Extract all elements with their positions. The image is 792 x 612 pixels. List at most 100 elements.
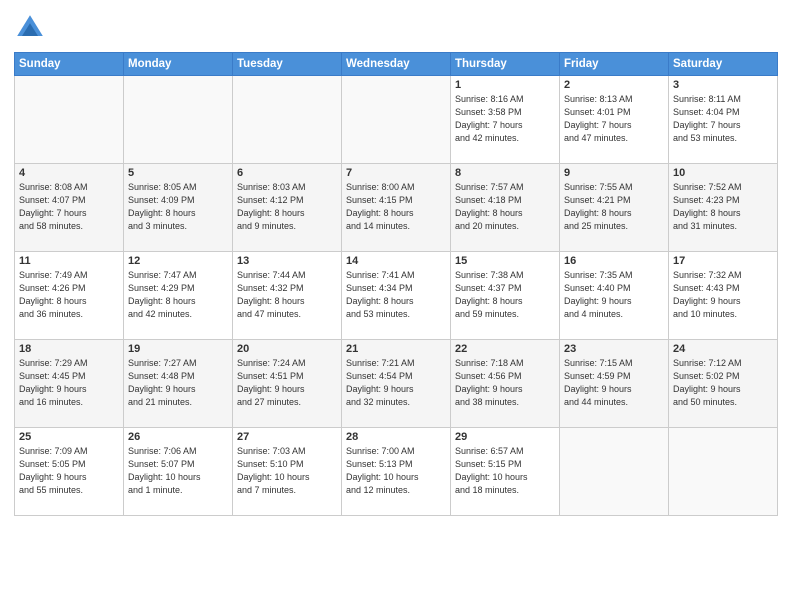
day-info: Sunrise: 7:52 AM Sunset: 4:23 PM Dayligh… xyxy=(673,181,773,233)
day-number: 24 xyxy=(673,343,773,355)
day-info: Sunrise: 7:12 AM Sunset: 5:02 PM Dayligh… xyxy=(673,357,773,409)
day-info: Sunrise: 8:03 AM Sunset: 4:12 PM Dayligh… xyxy=(237,181,337,233)
week-row-4: 18 Sunrise: 7:29 AM Sunset: 4:45 PM Dayli… xyxy=(15,340,778,428)
day-info: Sunrise: 7:55 AM Sunset: 4:21 PM Dayligh… xyxy=(564,181,664,233)
header-row: SundayMondayTuesdayWednesdayThursdayFrid… xyxy=(15,53,778,76)
day-info: Sunrise: 8:00 AM Sunset: 4:15 PM Dayligh… xyxy=(346,181,446,233)
day-cell: 7 Sunrise: 8:00 AM Sunset: 4:15 PM Daylig… xyxy=(342,164,451,252)
day-info: Sunrise: 7:57 AM Sunset: 4:18 PM Dayligh… xyxy=(455,181,555,233)
day-cell: 18 Sunrise: 7:29 AM Sunset: 4:45 PM Dayli… xyxy=(15,340,124,428)
col-header-tuesday: Tuesday xyxy=(233,53,342,76)
day-number: 17 xyxy=(673,255,773,267)
day-number: 29 xyxy=(455,431,555,443)
day-cell: 15 Sunrise: 7:38 AM Sunset: 4:37 PM Dayli… xyxy=(451,252,560,340)
day-number: 12 xyxy=(128,255,228,267)
day-cell: 10 Sunrise: 7:52 AM Sunset: 4:23 PM Dayli… xyxy=(669,164,778,252)
day-number: 3 xyxy=(673,79,773,91)
day-cell: 1 Sunrise: 8:16 AM Sunset: 3:58 PM Daylig… xyxy=(451,76,560,164)
day-info: Sunrise: 7:03 AM Sunset: 5:10 PM Dayligh… xyxy=(237,445,337,497)
day-number: 19 xyxy=(128,343,228,355)
day-cell: 9 Sunrise: 7:55 AM Sunset: 4:21 PM Daylig… xyxy=(560,164,669,252)
day-info: Sunrise: 7:09 AM Sunset: 5:05 PM Dayligh… xyxy=(19,445,119,497)
day-number: 27 xyxy=(237,431,337,443)
day-info: Sunrise: 7:21 AM Sunset: 4:54 PM Dayligh… xyxy=(346,357,446,409)
day-info: Sunrise: 7:44 AM Sunset: 4:32 PM Dayligh… xyxy=(237,269,337,321)
day-cell: 17 Sunrise: 7:32 AM Sunset: 4:43 PM Dayli… xyxy=(669,252,778,340)
day-number: 4 xyxy=(19,167,119,179)
day-number: 23 xyxy=(564,343,664,355)
logo-icon xyxy=(14,12,46,44)
day-info: Sunrise: 8:08 AM Sunset: 4:07 PM Dayligh… xyxy=(19,181,119,233)
day-number: 2 xyxy=(564,79,664,91)
day-number: 10 xyxy=(673,167,773,179)
day-number: 13 xyxy=(237,255,337,267)
day-number: 16 xyxy=(564,255,664,267)
day-cell: 19 Sunrise: 7:27 AM Sunset: 4:48 PM Dayli… xyxy=(124,340,233,428)
day-cell: 23 Sunrise: 7:15 AM Sunset: 4:59 PM Dayli… xyxy=(560,340,669,428)
day-number: 21 xyxy=(346,343,446,355)
day-cell: 8 Sunrise: 7:57 AM Sunset: 4:18 PM Daylig… xyxy=(451,164,560,252)
day-info: Sunrise: 7:47 AM Sunset: 4:29 PM Dayligh… xyxy=(128,269,228,321)
day-number: 18 xyxy=(19,343,119,355)
day-number: 28 xyxy=(346,431,446,443)
day-cell: 25 Sunrise: 7:09 AM Sunset: 5:05 PM Dayli… xyxy=(15,428,124,516)
day-number: 6 xyxy=(237,167,337,179)
day-cell xyxy=(124,76,233,164)
logo xyxy=(14,12,50,44)
day-number: 1 xyxy=(455,79,555,91)
day-info: Sunrise: 7:41 AM Sunset: 4:34 PM Dayligh… xyxy=(346,269,446,321)
day-number: 8 xyxy=(455,167,555,179)
day-number: 15 xyxy=(455,255,555,267)
day-number: 22 xyxy=(455,343,555,355)
day-number: 20 xyxy=(237,343,337,355)
day-info: Sunrise: 7:06 AM Sunset: 5:07 PM Dayligh… xyxy=(128,445,228,497)
day-cell: 27 Sunrise: 7:03 AM Sunset: 5:10 PM Dayli… xyxy=(233,428,342,516)
day-info: Sunrise: 7:27 AM Sunset: 4:48 PM Dayligh… xyxy=(128,357,228,409)
day-number: 14 xyxy=(346,255,446,267)
col-header-saturday: Saturday xyxy=(669,53,778,76)
day-number: 26 xyxy=(128,431,228,443)
day-cell: 2Sunrise: 8:13 AM Sunset: 4:01 PM Daylig… xyxy=(560,76,669,164)
day-cell: 21 Sunrise: 7:21 AM Sunset: 4:54 PM Dayli… xyxy=(342,340,451,428)
day-cell: 22 Sunrise: 7:18 AM Sunset: 4:56 PM Dayli… xyxy=(451,340,560,428)
day-cell xyxy=(15,76,124,164)
day-info: Sunrise: 7:15 AM Sunset: 4:59 PM Dayligh… xyxy=(564,357,664,409)
day-number: 25 xyxy=(19,431,119,443)
day-info: Sunrise: 7:24 AM Sunset: 4:51 PM Dayligh… xyxy=(237,357,337,409)
day-info: Sunrise: 7:38 AM Sunset: 4:37 PM Dayligh… xyxy=(455,269,555,321)
day-cell: 3 Sunrise: 8:11 AM Sunset: 4:04 PM Daylig… xyxy=(669,76,778,164)
day-cell: 24 Sunrise: 7:12 AM Sunset: 5:02 PM Dayli… xyxy=(669,340,778,428)
day-number: 7 xyxy=(346,167,446,179)
day-info: Sunrise: 7:29 AM Sunset: 4:45 PM Dayligh… xyxy=(19,357,119,409)
day-cell: 16 Sunrise: 7:35 AM Sunset: 4:40 PM Dayli… xyxy=(560,252,669,340)
day-info: Sunrise: 7:18 AM Sunset: 4:56 PM Dayligh… xyxy=(455,357,555,409)
day-cell: 29 Sunrise: 6:57 AM Sunset: 5:15 PM Dayli… xyxy=(451,428,560,516)
page: SundayMondayTuesdayWednesdayThursdayFrid… xyxy=(0,0,792,612)
col-header-wednesday: Wednesday xyxy=(342,53,451,76)
day-cell: 12 Sunrise: 7:47 AM Sunset: 4:29 PM Dayli… xyxy=(124,252,233,340)
day-info: Sunrise: 7:35 AM Sunset: 4:40 PM Dayligh… xyxy=(564,269,664,321)
day-cell: 11Sunrise: 7:49 AM Sunset: 4:26 PM Dayli… xyxy=(15,252,124,340)
day-cell: 20 Sunrise: 7:24 AM Sunset: 4:51 PM Dayli… xyxy=(233,340,342,428)
day-number: 9 xyxy=(564,167,664,179)
day-cell: 28Sunrise: 7:00 AM Sunset: 5:13 PM Dayli… xyxy=(342,428,451,516)
day-info: Sunrise: 7:32 AM Sunset: 4:43 PM Dayligh… xyxy=(673,269,773,321)
calendar-table: SundayMondayTuesdayWednesdayThursdayFrid… xyxy=(14,52,778,516)
day-cell xyxy=(669,428,778,516)
day-number: 5 xyxy=(128,167,228,179)
col-header-friday: Friday xyxy=(560,53,669,76)
day-info: Sunrise: 8:11 AM Sunset: 4:04 PM Dayligh… xyxy=(673,93,773,145)
week-row-3: 11Sunrise: 7:49 AM Sunset: 4:26 PM Dayli… xyxy=(15,252,778,340)
day-cell: 5Sunrise: 8:05 AM Sunset: 4:09 PM Daylig… xyxy=(124,164,233,252)
day-cell xyxy=(560,428,669,516)
day-info: Sunrise: 7:49 AM Sunset: 4:26 PM Dayligh… xyxy=(19,269,119,321)
week-row-5: 25 Sunrise: 7:09 AM Sunset: 5:05 PM Dayli… xyxy=(15,428,778,516)
col-header-monday: Monday xyxy=(124,53,233,76)
day-cell: 13 Sunrise: 7:44 AM Sunset: 4:32 PM Dayli… xyxy=(233,252,342,340)
day-cell: 4 Sunrise: 8:08 AM Sunset: 4:07 PM Daylig… xyxy=(15,164,124,252)
day-cell: 6 Sunrise: 8:03 AM Sunset: 4:12 PM Daylig… xyxy=(233,164,342,252)
day-info: Sunrise: 8:16 AM Sunset: 3:58 PM Dayligh… xyxy=(455,93,555,145)
day-cell xyxy=(233,76,342,164)
header xyxy=(14,12,778,44)
day-info: Sunrise: 6:57 AM Sunset: 5:15 PM Dayligh… xyxy=(455,445,555,497)
